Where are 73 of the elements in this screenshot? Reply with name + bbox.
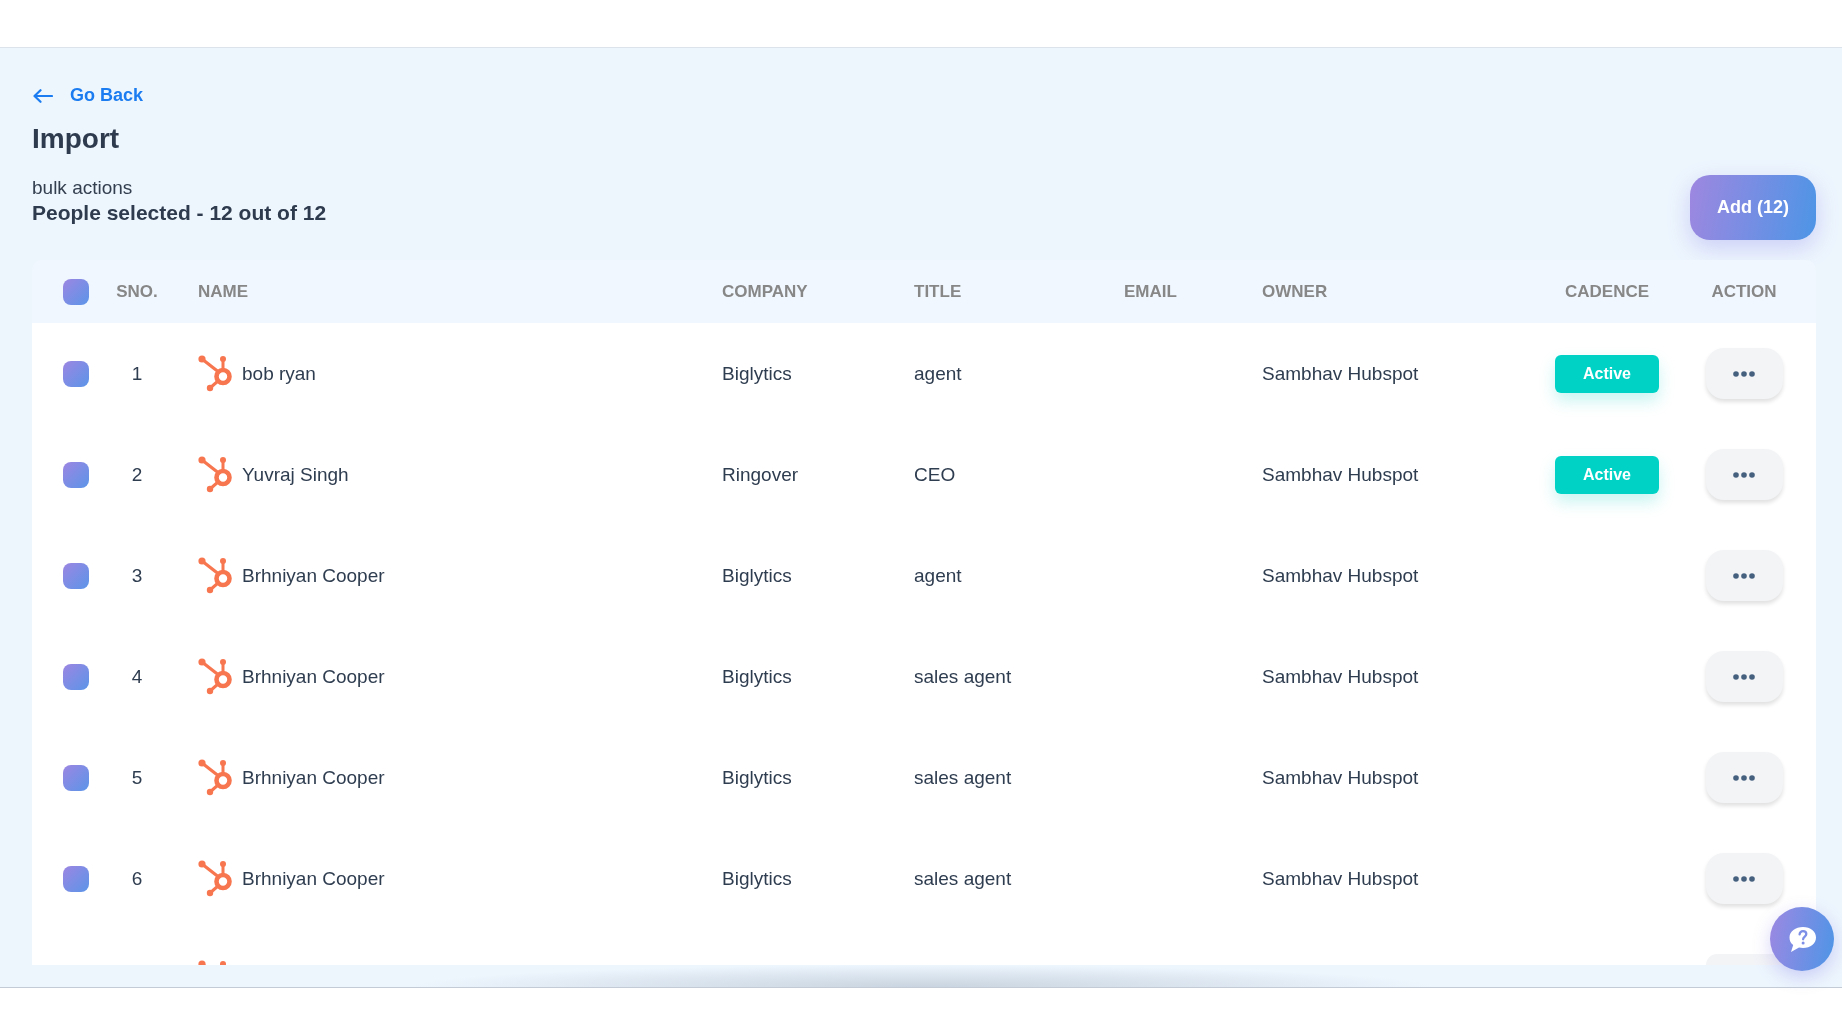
row-number: 4 — [130, 664, 144, 689]
row-checkbox[interactable] — [63, 764, 89, 791]
selection-summary: People selected - 12 out of 12 — [32, 200, 327, 226]
company-name: Biglytics — [722, 362, 792, 384]
job-title: sales agent — [914, 766, 1012, 788]
more-button[interactable] — [1705, 954, 1783, 965]
sprocket-icon — [198, 456, 232, 493]
more-button[interactable] — [1705, 752, 1783, 803]
more-button[interactable] — [1705, 651, 1783, 702]
company-name: Biglytics — [722, 766, 792, 788]
person-name: bob ryan — [242, 361, 316, 386]
more-button[interactable] — [1705, 853, 1783, 904]
more-icon — [1733, 370, 1755, 377]
job-title: agent — [914, 362, 962, 384]
more-button[interactable] — [1705, 449, 1783, 500]
company-name: Biglytics — [722, 665, 792, 687]
add-button[interactable]: Add (12) — [1690, 175, 1816, 240]
more-icon — [1733, 774, 1755, 781]
sprocket-icon — [198, 658, 232, 695]
company-name: Biglytics — [722, 867, 792, 889]
row-checkbox[interactable] — [63, 562, 89, 589]
go-back-link[interactable]: Go Back — [32, 84, 144, 107]
more-button[interactable] — [1705, 348, 1783, 399]
more-icon — [1733, 875, 1755, 882]
sprocket-icon — [198, 860, 232, 897]
job-title: sales agent — [914, 867, 1012, 889]
owner-name: Sambhav Hubspot — [1262, 463, 1419, 485]
row-checkbox[interactable] — [63, 360, 89, 387]
owner-name: Sambhav Hubspot — [1262, 766, 1419, 788]
job-title: CEO — [914, 463, 956, 485]
column-header: EMAIL — [1124, 280, 1177, 303]
row-number: 5 — [130, 765, 144, 790]
column-header: CADENCE — [1564, 280, 1650, 303]
more-button[interactable] — [1705, 550, 1783, 601]
column-header: ACTION — [1711, 280, 1777, 303]
row-checkbox[interactable] — [63, 865, 89, 892]
more-icon — [1733, 471, 1755, 478]
row-number: 1 — [130, 361, 144, 386]
person-name: Brhniyan Cooper — [242, 866, 385, 891]
question-bubble-icon — [1787, 925, 1817, 953]
owner-name: Sambhav Hubspot — [1262, 564, 1419, 586]
job-title: sales agent — [914, 665, 1012, 687]
owner-name: Sambhav Hubspot — [1262, 867, 1419, 889]
column-header: OWNER — [1262, 280, 1328, 303]
bulk-actions-label: bulk actions — [32, 177, 134, 199]
owner-name: Sambhav Hubspot — [1262, 665, 1419, 687]
row-checkbox[interactable] — [63, 663, 89, 690]
sprocket-icon — [198, 557, 232, 594]
company-name: Biglytics — [722, 564, 792, 586]
person-name: Yuvraj Singh — [242, 462, 349, 487]
owner-name: Sambhav Hubspot — [1262, 362, 1419, 384]
person-name: Brhniyan Cooper — [242, 765, 385, 790]
row-number: 2 — [130, 462, 144, 487]
column-header: COMPANY — [722, 280, 808, 303]
back-arrow-icon — [33, 88, 53, 103]
row-number: 3 — [130, 563, 144, 588]
status-badge: Active — [1555, 354, 1659, 393]
column-header: TITLE — [914, 280, 962, 303]
sprocket-icon — [198, 355, 232, 392]
more-icon — [1733, 673, 1755, 680]
row-checkbox[interactable] — [63, 461, 89, 488]
status-badge: Active — [1555, 455, 1659, 494]
company-name: Ringover — [722, 463, 799, 485]
person-name: Brhniyan Cooper — [242, 563, 385, 588]
select-all-checkbox[interactable] — [63, 278, 89, 305]
sprocket-icon — [198, 759, 232, 796]
person-name: Brhniyan Cooper — [242, 664, 385, 689]
column-header: SNO. — [115, 280, 159, 303]
more-icon — [1733, 572, 1755, 579]
job-title: agent — [914, 564, 962, 586]
column-header: NAME — [198, 280, 249, 303]
row-number: 6 — [130, 866, 144, 891]
page-title: Import — [32, 122, 120, 156]
